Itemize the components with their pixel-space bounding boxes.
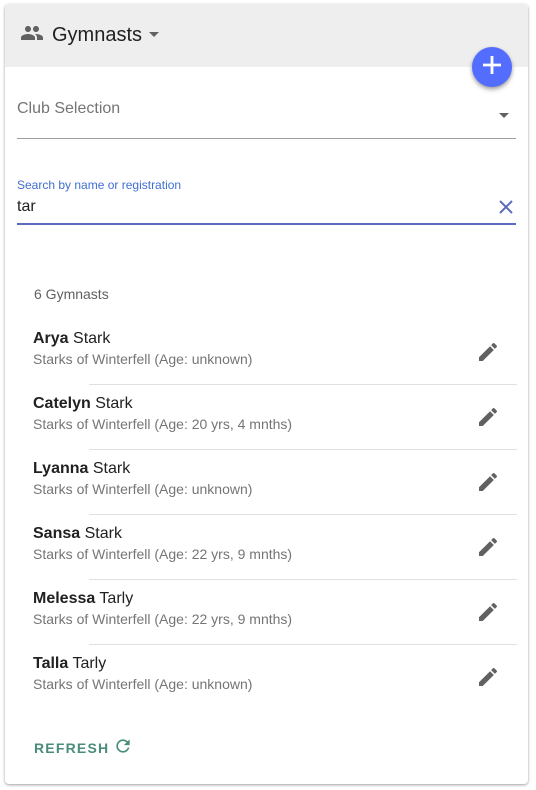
club-selection-dropdown[interactable]: Club Selection bbox=[17, 90, 516, 139]
refresh-icon bbox=[113, 736, 133, 761]
last-name: Tarly bbox=[72, 655, 107, 672]
last-name: Tarly bbox=[99, 590, 134, 607]
gymnast-count: 6 Gymnasts bbox=[34, 286, 109, 302]
gymnast-name: Melessa Tarly bbox=[33, 590, 133, 608]
gymnast-detail: Starks of Winterfell (Age: 22 yrs, 9 mnt… bbox=[33, 611, 293, 627]
gymnast-name: Arya Stark bbox=[33, 330, 110, 348]
list-item[interactable]: Arya Stark Starks of Winterfell (Age: un… bbox=[5, 320, 528, 385]
list-item[interactable]: Sansa Stark Starks of Winterfell (Age: 2… bbox=[5, 515, 528, 580]
first-name: Lyanna bbox=[33, 460, 89, 477]
edit-icon[interactable] bbox=[476, 600, 500, 624]
gymnasts-card: Gymnasts Club Selection Search by name o… bbox=[5, 4, 528, 784]
last-name: Stark bbox=[95, 395, 133, 412]
club-selection-label: Club Selection bbox=[17, 100, 121, 117]
edit-icon[interactable] bbox=[476, 665, 500, 689]
dropdown-arrow-icon bbox=[498, 107, 510, 125]
edit-icon[interactable] bbox=[476, 405, 500, 429]
gymnast-detail: Starks of Winterfell (Age: unknown) bbox=[33, 676, 253, 692]
list-item[interactable]: Catelyn Stark Starks of Winterfell (Age:… bbox=[5, 385, 528, 450]
list-item[interactable]: Talla Tarly Starks of Winterfell (Age: u… bbox=[5, 645, 528, 710]
page-title: Gymnasts bbox=[52, 23, 143, 46]
gymnast-detail: Starks of Winterfell (Age: 22 yrs, 9 mnt… bbox=[33, 546, 293, 562]
first-name: Arya bbox=[33, 330, 69, 347]
last-name: Stark bbox=[84, 525, 122, 542]
first-name: Melessa bbox=[33, 590, 96, 607]
gymnast-name: Catelyn Stark bbox=[33, 395, 133, 413]
refresh-button[interactable]: REFRESH bbox=[34, 736, 133, 760]
last-name: Stark bbox=[92, 460, 131, 477]
gymnast-name: Lyanna Stark bbox=[33, 460, 130, 478]
gymnast-name: Sansa Stark bbox=[33, 525, 122, 543]
gymnast-list: Arya Stark Starks of Winterfell (Age: un… bbox=[5, 320, 528, 710]
edit-icon[interactable] bbox=[476, 340, 500, 364]
close-icon[interactable] bbox=[498, 199, 514, 220]
caret-down-icon bbox=[148, 27, 160, 45]
edit-icon[interactable] bbox=[476, 535, 500, 559]
search-field: Search by name or registration bbox=[17, 176, 516, 225]
people-icon bbox=[20, 21, 44, 50]
first-name: Talla bbox=[33, 655, 69, 672]
gymnast-detail: Starks of Winterfell (Age: unknown) bbox=[33, 481, 253, 497]
first-name: Catelyn bbox=[33, 395, 91, 412]
first-name: Sansa bbox=[33, 525, 81, 542]
refresh-label: REFRESH bbox=[34, 740, 110, 756]
search-label: Search by name or registration bbox=[17, 178, 182, 192]
list-item[interactable]: Melessa Tarly Starks of Winterfell (Age:… bbox=[5, 580, 528, 645]
gymnast-detail: Starks of Winterfell (Age: 20 yrs, 4 mnt… bbox=[33, 416, 293, 432]
gymnasts-menu-button[interactable]: Gymnasts bbox=[20, 21, 160, 49]
plus-icon bbox=[483, 55, 501, 79]
last-name: Stark bbox=[73, 330, 111, 347]
search-input[interactable] bbox=[17, 196, 477, 218]
edit-icon[interactable] bbox=[476, 470, 500, 494]
gymnast-name: Talla Tarly bbox=[33, 655, 106, 673]
add-gymnast-button[interactable] bbox=[472, 47, 512, 87]
list-item[interactable]: Lyanna Stark Starks of Winterfell (Age: … bbox=[5, 450, 528, 515]
gymnast-detail: Starks of Winterfell (Age: unknown) bbox=[33, 351, 253, 367]
card-header: Gymnasts bbox=[5, 4, 528, 67]
